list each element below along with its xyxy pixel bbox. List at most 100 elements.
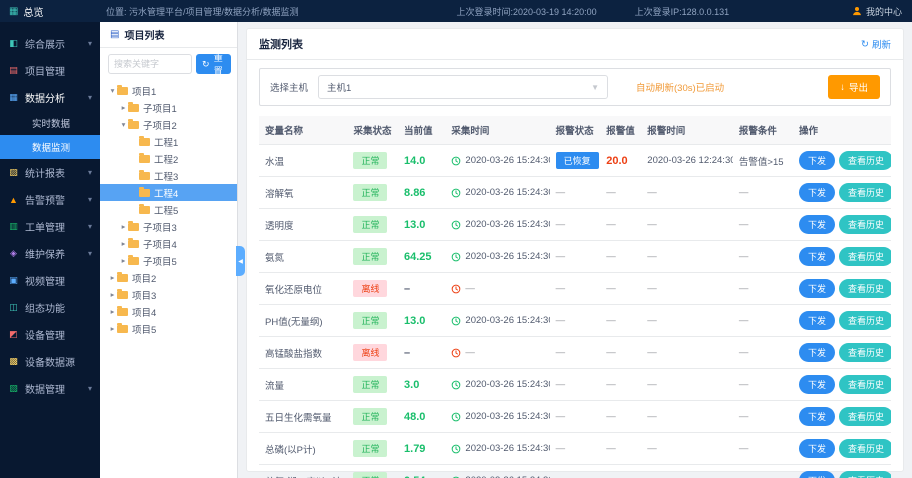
search-input[interactable] (108, 54, 192, 74)
tree-item[interactable]: ▸项目2 (100, 269, 237, 286)
view-history-button[interactable]: 查看历史 (839, 471, 891, 478)
folder-icon (117, 87, 128, 95)
chevron-down-icon: ▾ (88, 384, 92, 393)
monitor-table-body: 水温正常14.02020-03-26 15:24:30已恢复20.02020-0… (259, 145, 891, 478)
overview-logo[interactable]: ▦ 总览 (0, 4, 100, 19)
send-button[interactable]: 下发 (799, 279, 835, 298)
current-value-cell: 0.54 (398, 465, 445, 478)
actions-cell: 下发查看历史 (793, 369, 891, 401)
tree-item[interactable]: ▾子项目2 (100, 116, 237, 133)
alarm-condition-cell: — (733, 209, 793, 241)
view-history-button[interactable]: 查看历史 (839, 439, 891, 458)
tree-item-label: 子项目4 (143, 237, 177, 251)
status-badge: 正常 (353, 184, 387, 201)
tree-item-label: 子项目5 (143, 254, 177, 268)
variable-name-cell: 透明度 (259, 209, 347, 241)
sidebar-item-maintenance[interactable]: ◈维护保养▾ (0, 240, 100, 267)
clock-icon (451, 348, 461, 358)
sidebar-item-workorder[interactable]: ▥工单管理▾ (0, 213, 100, 240)
view-history-button[interactable]: 查看历史 (839, 279, 891, 298)
scada-icon: ◫ (8, 302, 19, 313)
actions-cell: 下发查看历史 (793, 241, 891, 273)
alarm-status-cell: — (550, 273, 601, 305)
send-button[interactable]: 下发 (799, 247, 835, 266)
send-button[interactable]: 下发 (799, 183, 835, 202)
send-button[interactable]: 下发 (799, 343, 835, 362)
collect-status-cell: 正常 (347, 145, 398, 177)
send-button[interactable]: 下发 (799, 407, 835, 426)
tree-item[interactable]: 工程2 (100, 150, 237, 167)
variable-name-cell: PH值(无量纲) (259, 305, 347, 337)
export-button[interactable]: ↓ 导出 (828, 75, 880, 99)
sidebar-item-project[interactable]: ▤项目管理 (0, 57, 100, 84)
current-value-cell: 3.0 (398, 369, 445, 401)
current-value-cell: – (398, 337, 445, 369)
sidebar-item-analysis[interactable]: ▦数据分析▾ (0, 84, 100, 111)
table-row: 水温正常14.02020-03-26 15:24:30已恢复20.02020-0… (259, 145, 891, 177)
tree-item[interactable]: ▸项目5 (100, 320, 237, 337)
view-history-button[interactable]: 查看历史 (839, 311, 891, 330)
chevron-down-icon: ▾ (88, 39, 92, 48)
view-history-button[interactable]: 查看历史 (839, 215, 891, 234)
project-icon: ▤ (8, 65, 19, 76)
collect-status-cell: 正常 (347, 401, 398, 433)
tree-item[interactable]: ▾项目1 (100, 82, 237, 99)
host-select[interactable]: 主机1 ▼ (318, 75, 608, 99)
send-button[interactable]: 下发 (799, 471, 835, 478)
tree-item[interactable]: ▸项目4 (100, 303, 237, 320)
current-value-cell: – (398, 273, 445, 305)
tree-item[interactable]: ▸子项目4 (100, 235, 237, 252)
sidebar-item-display[interactable]: ◧综合展示▾ (0, 30, 100, 57)
alarm-time-cell: 2020-03-26 12:24:30 (641, 145, 733, 177)
user-center-link[interactable]: 我的中心 (852, 5, 902, 18)
sidebar-item-datamanage[interactable]: ▧数据管理▾ (0, 375, 100, 402)
folder-icon (139, 138, 150, 146)
tree-item[interactable]: 工程1 (100, 133, 237, 150)
send-button[interactable]: 下发 (799, 215, 835, 234)
alarm-status-cell: — (550, 465, 601, 478)
tree-item[interactable]: 工程5 (100, 201, 237, 218)
sidebar-item-device[interactable]: ◩设备管理 (0, 321, 100, 348)
tree-item[interactable]: 工程4 (100, 184, 237, 201)
tree-item-label: 工程5 (154, 203, 178, 217)
reset-button[interactable]: ↻ 重置 (196, 54, 231, 74)
sidebar-item-alarm[interactable]: ▲告警预警▾ (0, 186, 100, 213)
tree-item[interactable]: ▸子项目1 (100, 99, 237, 116)
sidebar-item-datasource[interactable]: ▩设备数据源 (0, 348, 100, 375)
folder-icon (128, 240, 139, 248)
view-history-button[interactable]: 查看历史 (839, 375, 891, 394)
column-header: 报警时间 (641, 116, 733, 145)
alarm-value-cell: — (600, 177, 641, 209)
tree-item[interactable]: 工程3 (100, 167, 237, 184)
sidebar-item-video[interactable]: ▣视频管理 (0, 267, 100, 294)
view-history-button[interactable]: 查看历史 (839, 343, 891, 362)
host-select-label: 选择主机 (270, 80, 308, 94)
collect-time-cell: 2020-03-26 15:24:30 (445, 305, 549, 337)
tree-item[interactable]: ▸项目3 (100, 286, 237, 303)
status-badge: 正常 (353, 472, 387, 478)
panel-collapse-handle[interactable]: ◀ (236, 246, 245, 276)
sidebar-subitem-realtime[interactable]: 实时数据 (0, 111, 100, 135)
view-history-button[interactable]: 查看历史 (839, 407, 891, 426)
user-icon (852, 6, 862, 16)
send-button[interactable]: 下发 (799, 375, 835, 394)
send-button[interactable]: 下发 (799, 151, 835, 170)
alarm-value-cell: — (600, 241, 641, 273)
sidebar-item-report[interactable]: ▨统计报表▾ (0, 159, 100, 186)
refresh-button[interactable]: ↻ 刷新 (861, 37, 891, 51)
alarm-condition-cell: — (733, 401, 793, 433)
tree-item-label: 项目3 (132, 288, 156, 302)
sidebar-item-scada[interactable]: ◫组态功能 (0, 294, 100, 321)
send-button[interactable]: 下发 (799, 439, 835, 458)
table-row: 总磷(以P计)正常1.792020-03-26 15:24:30————下发查看… (259, 433, 891, 465)
view-history-button[interactable]: 查看历史 (839, 183, 891, 202)
sidebar-subitem-monitor[interactable]: 数据监测 (0, 135, 100, 159)
view-history-button[interactable]: 查看历史 (839, 247, 891, 266)
table-row: 氧化还原电位离线–—————下发查看历史 (259, 273, 891, 305)
view-history-button[interactable]: 查看历史 (839, 151, 891, 170)
send-button[interactable]: 下发 (799, 311, 835, 330)
chevron-right-icon: ▸ (108, 307, 117, 316)
tree-item[interactable]: ▸子项目3 (100, 218, 237, 235)
tree-item[interactable]: ▸子项目5 (100, 252, 237, 269)
collect-time-cell: 2020-03-26 15:24:30 (445, 369, 549, 401)
